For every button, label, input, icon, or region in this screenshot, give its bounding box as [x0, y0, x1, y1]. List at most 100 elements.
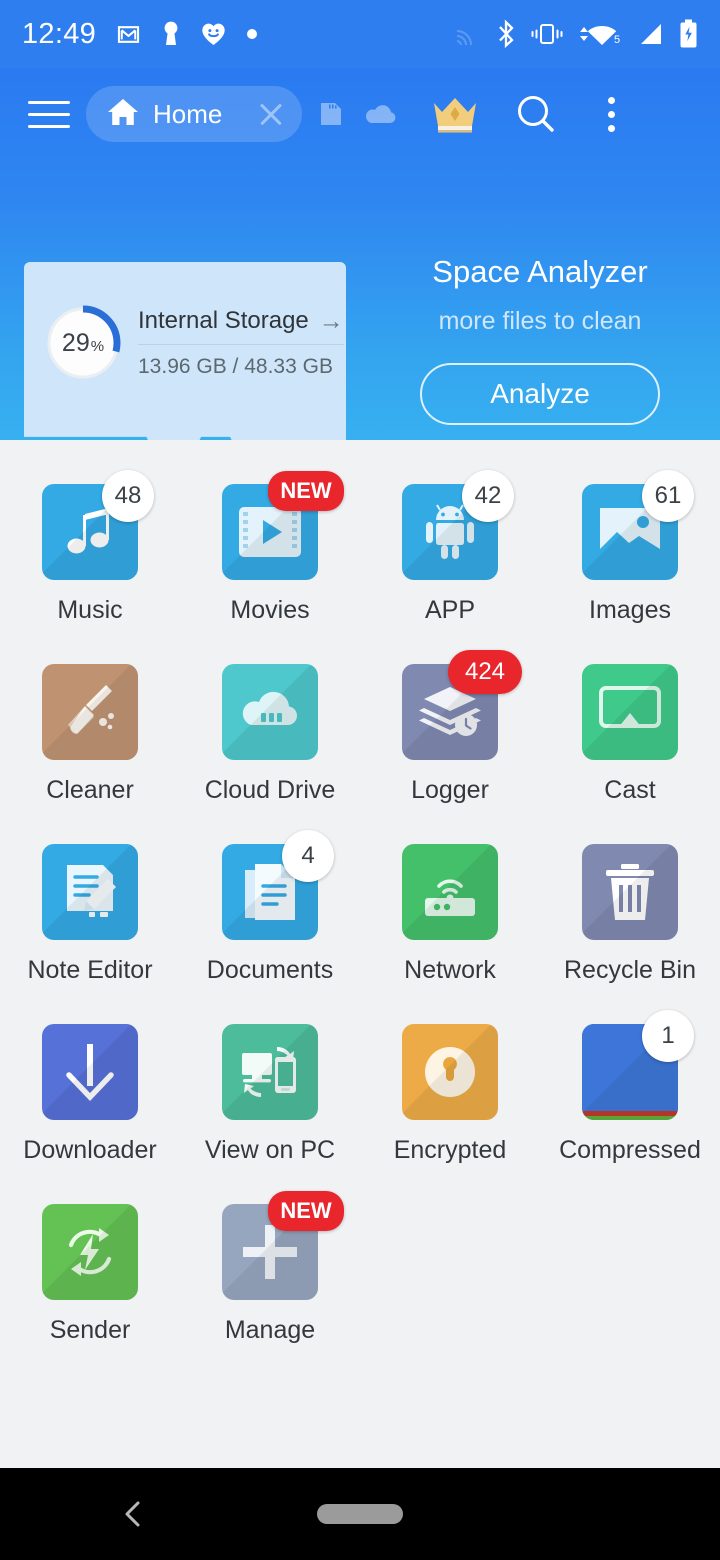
- system-navigation-bar: [0, 1468, 720, 1560]
- app-tile-recycle-bin[interactable]: Recycle Bin: [540, 826, 720, 1006]
- crown-icon[interactable]: [432, 94, 478, 134]
- download-arrow-icon: [42, 1024, 138, 1120]
- storage-percent-value: 29: [61, 328, 90, 357]
- app-header: Home 29 % Internal Storage → 13.96 GB / …: [0, 68, 720, 440]
- search-icon[interactable]: [514, 92, 558, 136]
- tile-wrapper: [42, 1024, 138, 1120]
- app-tile-music[interactable]: 48 Music: [0, 466, 180, 646]
- app-tile-label: Sender: [49, 1316, 131, 1344]
- app-tile-sender[interactable]: Sender: [0, 1186, 180, 1366]
- app-tile-cast[interactable]: Cast: [540, 646, 720, 826]
- tile-wrapper: [42, 1204, 138, 1300]
- badge: 61: [642, 470, 694, 522]
- analyze-button[interactable]: Analyze: [420, 363, 660, 425]
- close-icon[interactable]: [254, 97, 288, 131]
- cloud-icon[interactable]: [364, 101, 398, 127]
- tile-wrapper: 42: [402, 470, 514, 580]
- app-tile-app[interactable]: 42 APP: [360, 466, 540, 646]
- app-tile-compressed[interactable]: 1 Compressed: [540, 1006, 720, 1186]
- app-tile-label: Downloader: [23, 1136, 157, 1164]
- storage-title-row: Internal Storage →: [138, 307, 344, 345]
- router-wifi-icon: [402, 844, 498, 940]
- app-tile-logger[interactable]: 424 Logger: [360, 646, 540, 826]
- app-tile-label: Logger: [411, 776, 489, 804]
- broom-icon: [42, 664, 138, 760]
- app-tile-view-on-pc[interactable]: View on PC: [180, 1006, 360, 1186]
- tile-wrapper: [582, 844, 678, 940]
- tile-wrapper: 4: [222, 830, 334, 940]
- app-tile-cleaner[interactable]: Cleaner: [0, 646, 180, 826]
- app-tile-images[interactable]: 61 Images: [540, 466, 720, 646]
- svg-text:5: 5: [614, 34, 620, 46]
- percent-symbol: %: [90, 337, 105, 355]
- tile-wrapper: 1: [582, 1010, 694, 1120]
- battery-charging-icon: [679, 19, 698, 49]
- hamburger-icon[interactable]: [20, 85, 78, 143]
- storage-percent: 29%: [42, 302, 124, 384]
- badge: NEW: [268, 1191, 344, 1231]
- app-tile-label: Note Editor: [27, 956, 153, 984]
- badge: 1: [642, 1010, 694, 1062]
- app-grid: 48 Music NEW Movies 42 APP 61 Images Cleaner Clou…: [0, 440, 720, 1366]
- heart-face-icon: [200, 21, 227, 47]
- app-tile-label: Manage: [224, 1316, 316, 1344]
- app-tile-label: APP: [424, 596, 476, 624]
- app-tile-movies[interactable]: NEW Movies: [180, 466, 360, 646]
- badge: NEW: [268, 471, 344, 511]
- app-tile-label: Documents: [206, 956, 334, 984]
- back-chevron-icon[interactable]: [117, 1497, 151, 1531]
- app-tile-cloud-drive[interactable]: Cloud Drive: [180, 646, 360, 826]
- tile-wrapper: [402, 1024, 498, 1120]
- bluetooth-icon: [496, 19, 516, 49]
- trash-icon: [582, 844, 678, 940]
- app-tile-encrypted[interactable]: Encrypted: [360, 1006, 540, 1186]
- vibrate-icon: [531, 21, 563, 47]
- cast-icon-dim: [455, 23, 481, 45]
- app-tile-label: Encrypted: [393, 1136, 507, 1164]
- storage-title: Internal Storage: [138, 307, 309, 334]
- app-tile-documents[interactable]: 4 Documents: [180, 826, 360, 1006]
- tab-home-label: Home: [153, 98, 223, 129]
- keyhole-icon: [161, 20, 181, 48]
- note-pencil-icon: [42, 844, 138, 940]
- status-bar-left: 12:49: [22, 18, 455, 51]
- sdcard-icon[interactable]: [316, 99, 346, 129]
- badge: 4: [282, 830, 334, 882]
- app-tile-label: Network: [404, 956, 496, 984]
- home-pill-icon[interactable]: [317, 1504, 403, 1524]
- app-tile-label: Compressed: [559, 1136, 701, 1164]
- tile-wrapper: NEW: [222, 471, 344, 580]
- tab-home[interactable]: Home: [86, 86, 302, 142]
- lock-circle-icon: [402, 1024, 498, 1120]
- space-analyzer-promo: Space Analyzer more files to clean Analy…: [360, 254, 720, 425]
- pc-phone-sync-icon: [222, 1024, 318, 1120]
- tile-wrapper: [582, 664, 678, 760]
- app-tile-label: Cloud Drive: [204, 776, 336, 804]
- app-tile-label: Recycle Bin: [564, 956, 696, 984]
- storage-card[interactable]: 29% Internal Storage → 13.96 GB / 48.33 …: [24, 262, 346, 440]
- home-icon: [106, 96, 140, 133]
- overflow-menu-icon[interactable]: [596, 96, 626, 132]
- app-tile-label: Cleaner: [46, 776, 134, 804]
- app-tile-network[interactable]: Network: [360, 826, 540, 1006]
- tile-wrapper: [222, 664, 318, 760]
- storage-usage: 13.96 GB / 48.33 GB: [138, 355, 333, 378]
- tile-wrapper: [42, 664, 138, 760]
- storage-ring: 29%: [42, 302, 124, 384]
- tile-wrapper: 61: [582, 470, 694, 580]
- app-tile-manage[interactable]: NEW Manage: [180, 1186, 360, 1366]
- badge: 48: [102, 470, 154, 522]
- app-tile-downloader[interactable]: Downloader: [0, 1006, 180, 1186]
- promo-title: Space Analyzer: [432, 254, 648, 289]
- badge: 424: [448, 650, 522, 694]
- storage-card-content: 29% Internal Storage → 13.96 GB / 48.33 …: [24, 262, 346, 384]
- tile-wrapper: 424: [402, 650, 522, 760]
- app-tile-note-editor[interactable]: Note Editor: [0, 826, 180, 1006]
- cast-screen-icon: [582, 664, 678, 760]
- tile-wrapper: [402, 844, 498, 940]
- signal-icon: [637, 22, 664, 47]
- wifi-icon: 5: [578, 20, 622, 48]
- status-bar: 12:49 5: [0, 0, 720, 68]
- tile-wrapper: [222, 1024, 318, 1120]
- app-tile-label: Music: [57, 596, 123, 624]
